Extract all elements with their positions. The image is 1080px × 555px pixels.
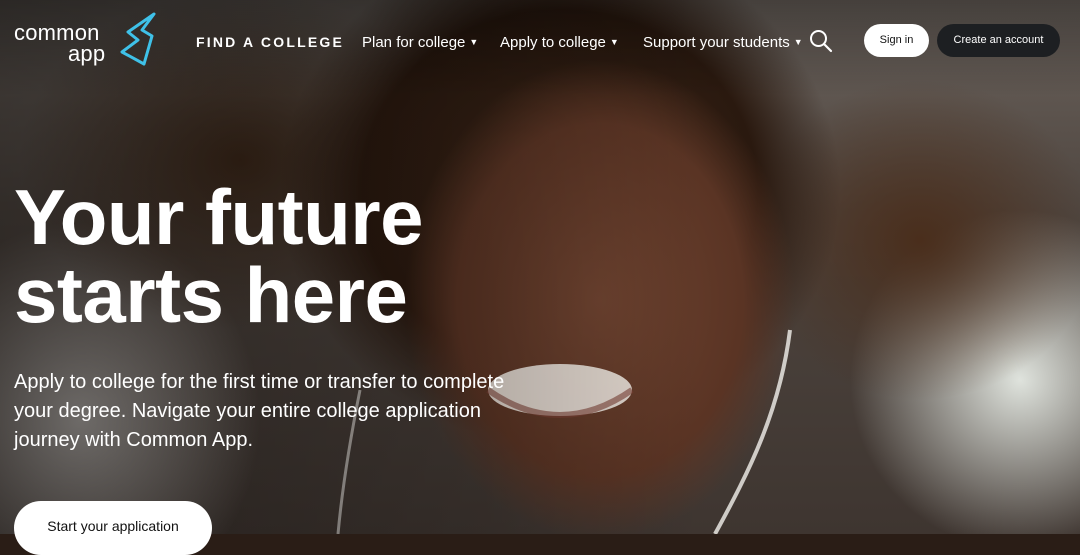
hero-headline-line-2: starts here: [14, 251, 408, 339]
search-icon: [810, 30, 833, 53]
hero-headline-line-1: Your future: [14, 173, 424, 261]
nav-find-a-college[interactable]: FIND A COLLEGE: [196, 32, 344, 52]
caret-down-icon: ▼: [609, 37, 619, 47]
nav-find-a-college-label: FIND A COLLEGE: [196, 34, 344, 50]
nav-apply-label: Apply to college: [500, 34, 606, 51]
nav-support-your-students[interactable]: Support your students ▼: [643, 32, 803, 53]
nav-plan-label: Plan for college: [362, 34, 466, 51]
start-application-button[interactable]: Start your application: [14, 501, 212, 555]
nav-apply-to-college[interactable]: Apply to college ▼: [500, 32, 619, 53]
nav-plan-for-college[interactable]: Plan for college ▼: [362, 32, 478, 53]
nav-support-label: Support your students: [643, 34, 790, 51]
search-button[interactable]: [808, 28, 834, 54]
hero-headline: Your future starts here: [14, 173, 424, 339]
logo-line-1: common: [14, 20, 100, 45]
logo-mark-icon: [120, 12, 156, 66]
common-app-logo[interactable]: common app: [14, 12, 164, 70]
caret-down-icon: ▼: [793, 37, 803, 47]
site-header: common app FIND A COLLEGE Plan for colle…: [0, 0, 1080, 82]
hero-description: Apply to college for the first time or t…: [14, 371, 505, 451]
sign-in-button[interactable]: Sign in: [864, 24, 929, 57]
caret-down-icon: ▼: [469, 37, 479, 47]
create-account-button[interactable]: Create an account: [937, 24, 1060, 57]
logo-line-2: app: [68, 41, 106, 66]
logo-wordmark: common app: [14, 20, 106, 66]
